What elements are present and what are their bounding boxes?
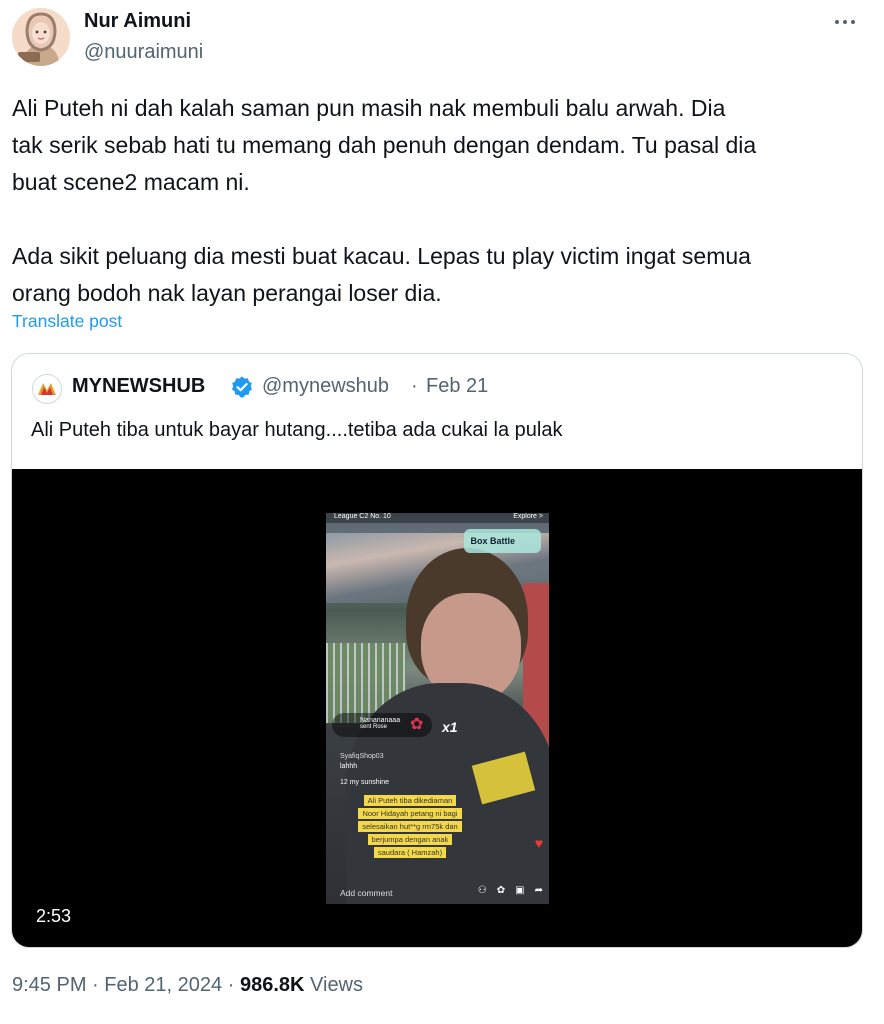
- views-count[interactable]: 986.8K: [240, 974, 305, 996]
- chat-message: lahhh: [340, 763, 358, 770]
- video-frame: League C2 No. 10 Explore > Box Battle Na…: [326, 513, 549, 904]
- chat-user: SyafiqShop03: [340, 753, 384, 760]
- tweet-date[interactable]: Feb 21, 2024: [104, 974, 222, 996]
- quoted-author-handle[interactable]: @mynewshub: [262, 375, 389, 398]
- rose-icon: ✿: [410, 716, 424, 733]
- author-handle[interactable]: @nuuraimuni: [84, 41, 203, 64]
- quoted-date[interactable]: Feb 21: [426, 375, 488, 398]
- gift-count: x1: [442, 719, 458, 735]
- live-action-icons: ⚇ ✿ ▣ ➦: [478, 885, 543, 896]
- caption-line: selesaikan hut**g rm75k dan: [358, 821, 462, 832]
- translate-post-link[interactable]: Translate post: [12, 311, 122, 332]
- people-icon: ⚇: [477, 885, 487, 896]
- explore-label: Explore >: [513, 513, 543, 520]
- author-name[interactable]: Nur Aimuni: [84, 10, 191, 33]
- dot-icon: [835, 20, 839, 24]
- video-caption: Ali Puteh tiba dikediaman Noor Hidayah p…: [340, 795, 480, 860]
- add-comment-label: Add comment: [340, 888, 393, 898]
- views-label: Views: [310, 974, 364, 996]
- separator-dot: ·: [92, 974, 99, 996]
- verified-badge-shape: [232, 376, 252, 398]
- tweet-time[interactable]: 9:45 PM: [12, 974, 86, 996]
- quoted-author-name[interactable]: MYNEWSHUB: [72, 375, 205, 398]
- dot-icon: [843, 20, 847, 24]
- tweet-text: Ali Puteh ni dah kalah saman pun masih n…: [12, 95, 757, 306]
- share-icon: ➦: [534, 885, 543, 896]
- dot-icon: [851, 20, 855, 24]
- video-player[interactable]: League C2 No. 10 Explore > Box Battle Na…: [12, 469, 862, 947]
- logo-glyph: [38, 383, 56, 395]
- mynewshub-logo-icon[interactable]: [32, 374, 62, 404]
- avatar-illustration: [12, 8, 70, 66]
- caption-line: saudara ( Hamzah): [373, 847, 447, 858]
- league-label: League C2 No. 10: [334, 513, 391, 520]
- quoted-text: Ali Puteh tiba untuk bayar hutang....tet…: [31, 419, 563, 441]
- author-avatar[interactable]: [12, 8, 70, 66]
- heart-icon: ♥: [534, 835, 543, 851]
- rose-gift-icon: ✿: [496, 885, 506, 896]
- separator-dot: ·: [227, 974, 235, 996]
- caption-line: Ali Puteh tiba dikediaman: [363, 795, 457, 806]
- quoted-tweet[interactable]: MYNEWSHUB @mynewshub · Feb 21 Ali Puteh …: [11, 353, 863, 948]
- more-options-icon[interactable]: [830, 12, 860, 32]
- tweet-meta: 9:45 PM · Feb 21, 2024 · 986.8K Views: [12, 974, 363, 997]
- verified-badge-icon: [230, 375, 254, 399]
- video-duration: 2:53: [36, 906, 72, 926]
- separator-dot: ·: [411, 375, 418, 397]
- box-battle-badge: Box Battle: [464, 529, 541, 553]
- chat-join: 12 my sunshine: [340, 779, 390, 786]
- caption-line: Noor Hidayah petang ni bagi: [358, 808, 462, 819]
- gift-icon: ▣: [515, 885, 525, 896]
- caption-line: berjumpa dengan anak: [367, 834, 453, 845]
